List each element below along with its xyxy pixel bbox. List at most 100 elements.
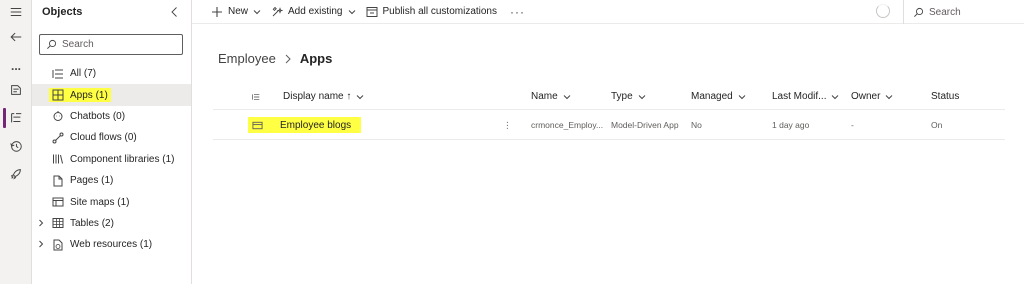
tree-item-count: (2) [101, 217, 114, 229]
tree-item-component-libraries[interactable]: Component libraries (1) [32, 149, 191, 170]
left-rail: ... [0, 0, 32, 284]
web-resource-icon [52, 239, 64, 251]
objects-tree: All (7) Apps (1) Chatbots (0) Cloud flow… [32, 63, 191, 256]
tree-item-apps[interactable]: Apps (1) [32, 84, 191, 106]
top-search-box[interactable]: Search [903, 0, 1024, 24]
tree-item-web-resources[interactable]: Web resources (1) [32, 234, 191, 255]
column-label: Last Modif... [772, 91, 827, 102]
tree-item-all[interactable]: All (7) [32, 63, 191, 84]
rocket-icon[interactable] [0, 162, 32, 186]
chevron-right-icon[interactable] [37, 240, 45, 248]
tree-item-count: (1) [139, 239, 153, 251]
last-modified-cell: 1 day ago [772, 120, 810, 130]
chevron-down-icon [357, 94, 364, 99]
tree-item-site-maps[interactable]: Site maps (1) [32, 191, 191, 212]
list-icon [252, 93, 260, 100]
column-name[interactable]: Name [531, 84, 571, 109]
tree-item-chatbots[interactable]: Chatbots (0) [32, 106, 191, 127]
publish-icon [366, 6, 377, 17]
tree-item-label: All [70, 68, 82, 80]
publish-label: Publish all customizations [382, 6, 498, 17]
chevron-right-icon [285, 54, 291, 63]
chevron-right-icon[interactable] [37, 219, 45, 227]
tree-item-count: (7) [83, 68, 97, 80]
breadcrumb-current: Apps [299, 51, 333, 66]
column-owner[interactable]: Owner [851, 84, 893, 109]
chevron-down-icon [253, 9, 261, 14]
panel-title: Objects [42, 6, 83, 18]
more-commands-button[interactable]: ··· [502, 0, 533, 24]
tree-item-count: (1) [95, 89, 108, 101]
more-icon[interactable]: ... [0, 54, 32, 78]
panel-search-input[interactable] [62, 39, 172, 50]
display-name-cell[interactable]: Employee blogs [248, 111, 362, 139]
tree-item-count: (1) [101, 175, 114, 187]
column-display-name[interactable]: Display name ↑ [283, 84, 364, 109]
loading-spinner [876, 4, 890, 18]
objects-tree-icon[interactable] [0, 106, 32, 130]
tree-item-pages[interactable]: Pages (1) [32, 170, 191, 191]
tree-item-label: Tables [70, 217, 99, 229]
tree-item-count: (0) [112, 110, 126, 122]
sort-ascending-icon: ↑ [346, 91, 352, 102]
breadcrumb: Employee Apps [218, 51, 332, 66]
chevron-down-icon [738, 94, 746, 99]
chevron-down-icon [348, 9, 355, 14]
owner-cell: - [851, 120, 854, 130]
history-icon[interactable] [0, 134, 32, 158]
column-type[interactable]: Type [611, 84, 646, 109]
column-label: Status [931, 91, 960, 102]
tree-item-label: Web resources [70, 239, 138, 251]
top-search-label: Search [929, 6, 961, 18]
column-last-modified[interactable]: Last Modif... [772, 84, 839, 109]
chevron-down-icon [832, 94, 839, 99]
tree-item-count: (0) [124, 132, 137, 144]
name-cell: crmonce_Employ... [531, 120, 604, 130]
breadcrumb-parent[interactable]: Employee [218, 51, 276, 66]
flow-icon [52, 132, 64, 144]
collapse-panel-button[interactable] [167, 4, 183, 20]
column-label: Managed [691, 91, 733, 102]
type-cell: Model-Driven App [611, 120, 679, 130]
table-row[interactable]: Employee blogs ⋮ crmonce_Employ... Model… [213, 111, 1005, 140]
tree-item-tables[interactable]: Tables (2) [32, 213, 191, 234]
column-label: Owner [851, 91, 881, 102]
tree-item-label: Cloud flows [70, 132, 122, 144]
chevron-down-icon [563, 94, 571, 99]
command-bar: New Add existing Publish all customizati… [192, 0, 1024, 24]
library-icon [52, 153, 64, 165]
column-status[interactable]: Status [931, 84, 959, 109]
search-icon [47, 39, 57, 49]
highlight-mark: Apps (1) [49, 88, 111, 103]
app-icon [252, 121, 263, 129]
column-options-button[interactable] [252, 84, 260, 109]
panel-search-box[interactable] [39, 34, 183, 55]
page-icon [52, 175, 64, 187]
status-cell: On [931, 120, 943, 130]
sitemap-icon [52, 196, 64, 208]
table-header: Display name ↑ Name Type Managed Last Mo… [213, 84, 1005, 110]
column-label: Name [531, 91, 558, 102]
table-icon [52, 217, 64, 229]
plus-icon [212, 6, 222, 17]
new-button[interactable]: New [206, 0, 266, 24]
add-existing-label: Add existing [288, 6, 343, 17]
add-existing-button[interactable]: Add existing [266, 0, 360, 24]
chevron-down-icon [886, 94, 893, 99]
overview-icon[interactable] [0, 78, 32, 102]
tree-item-label: Component libraries [70, 153, 160, 165]
new-label: New [228, 6, 249, 17]
highlight-mark: Employee blogs [248, 117, 362, 133]
objects-panel: Objects All (7) Apps (1) Chatbots (0) Cl… [32, 0, 192, 284]
managed-cell: No [691, 120, 702, 130]
publish-all-button[interactable]: Publish all customizations [361, 0, 503, 24]
list-icon [52, 68, 64, 80]
column-managed[interactable]: Managed [691, 84, 746, 109]
tree-item-label: Apps [70, 89, 93, 101]
hamburger-icon[interactable] [0, 0, 32, 24]
row-more-button[interactable]: ⋮ [503, 111, 512, 139]
tree-item-label: Site maps [70, 196, 115, 208]
tree-item-cloud-flows[interactable]: Cloud flows (0) [32, 127, 191, 148]
back-arrow-icon[interactable] [0, 25, 32, 49]
app-display-name[interactable]: Employee blogs [280, 120, 351, 131]
